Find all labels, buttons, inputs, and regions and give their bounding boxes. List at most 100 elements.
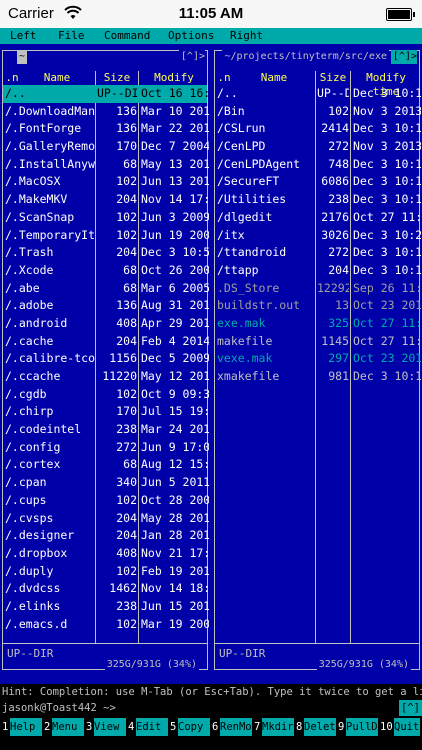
file-row[interactable]: /.adobe 136 Aug 31 2012 (3, 297, 209, 315)
file-row[interactable]: makefile 1145 Oct 27 11:18 (215, 333, 421, 351)
file-row[interactable]: /.elinks 238 Jun 15 2010 (3, 598, 209, 616)
file-row[interactable]: /.dropbox 408 Nov 21 17:39 (3, 545, 209, 563)
file-row[interactable]: /SecureFT 6086 Dec 3 10:14 (215, 173, 421, 191)
file-row[interactable]: /.abe 68 Mar 6 2005 (3, 280, 209, 298)
file-mtime: Dec 3 10:14 (353, 369, 421, 383)
right-file-panel[interactable]: ~/projects/tinyterm/src/exe [^]> .n Name… (212, 44, 422, 676)
fkey-pulldn[interactable]: 9PullDn (338, 718, 378, 736)
file-size: 408 (116, 315, 137, 330)
file-row[interactable]: /itx 3026 Dec 3 10:21 (215, 227, 421, 245)
fkey-quit[interactable]: 10 Quit (380, 718, 420, 736)
file-row[interactable]: xmakefile 981 Dec 3 10:14 (215, 368, 421, 386)
fkey-help[interactable]: 1 Help (2, 718, 42, 736)
file-row[interactable]: /.duply 102 Feb 19 2010 (3, 563, 209, 581)
fkey-menu[interactable]: 2 Menu (44, 718, 84, 736)
file-row[interactable]: /.cvsps 204 May 28 2013 (3, 510, 209, 528)
file-row[interactable]: /.MacOSX 102 Jun 13 2013 (3, 173, 209, 191)
file-row[interactable]: /.MakeMKV 204 Nov 14 17:38 (3, 191, 209, 209)
file-size: 136 (116, 103, 137, 118)
file-row[interactable]: /.InstallAnywhere 68 May 13 2013 (3, 156, 209, 174)
file-row[interactable]: /dlgedit 2176 Oct 27 11:18 (215, 209, 421, 227)
right-column-headers: .n Name Size Modify time (215, 71, 419, 98)
menu-command[interactable]: Command (104, 28, 150, 44)
file-size: 3026 (321, 227, 349, 242)
file-size: 981 (328, 369, 349, 383)
file-row[interactable]: /.cpan 340 Jun 5 2011 (3, 474, 209, 492)
left-panel-path[interactable]: ~ (17, 50, 28, 64)
fkey-copy[interactable]: 5 Copy (170, 718, 210, 736)
fkey-label: Copy (178, 718, 210, 736)
file-row[interactable]: /.designer 204 Jan 28 2011 (3, 527, 209, 545)
file-row[interactable]: /CSLrun 2414 Dec 3 10:14 (215, 120, 421, 138)
file-row[interactable]: /.TemporaryItems 102 Jun 19 2008 (3, 227, 209, 245)
right-panel-history-marker[interactable]: [^]> (390, 50, 417, 64)
col-sort-indicator[interactable]: .n (5, 71, 19, 85)
file-row[interactable]: /Bin 102 Nov 3 2013 (215, 103, 421, 121)
file-row[interactable]: /.FontForge 136 Mar 22 2012 (3, 120, 209, 138)
file-row[interactable]: /.codeintel 238 Mar 24 2014 (3, 421, 209, 439)
left-file-panel[interactable]: ~ [^]> .n Name Size Modify time /.. UP--D… (0, 44, 210, 676)
file-row[interactable]: /CenLPD 272 Nov 3 2013 (215, 138, 421, 156)
col-sort-indicator[interactable]: .n (217, 71, 231, 85)
menu-options[interactable]: Options (168, 28, 214, 44)
file-row[interactable]: /.chirp 170 Jul 15 19:12 (3, 403, 209, 421)
file-row[interactable]: /ttapp 204 Dec 3 10:14 (215, 262, 421, 280)
file-row[interactable]: /ttandroid 272 Dec 3 10:14 (215, 244, 421, 262)
col-name-header[interactable]: Name (233, 71, 315, 85)
file-row[interactable]: /.emacs.d 102 Mar 19 2003 (3, 616, 209, 634)
file-size: 1462 (109, 581, 137, 596)
file-row[interactable]: exe.mak 325 Oct 27 11:18 (215, 315, 421, 333)
file-row[interactable]: /.calibre-tconfig 1156 Dec 5 2009 (3, 350, 209, 368)
fkey-renmov[interactable]: 6RenMov (212, 718, 252, 736)
file-row[interactable]: /.android 408 Apr 29 2014 (3, 315, 209, 333)
file-row[interactable]: /.DownloadManager 136 Mar 10 2010 (3, 103, 209, 121)
shell-prompt[interactable]: jasonk@Toast442 ~> [^] (0, 700, 422, 716)
menu-right[interactable]: Right (230, 28, 263, 44)
right-panel-path[interactable]: ~/projects/tinyterm/src/exe (222, 50, 389, 64)
file-row[interactable]: buildstr.out 13 Oct 23 2013 (215, 297, 421, 315)
file-row[interactable]: .DS_Store 12292 Sep 26 11:14 (215, 280, 421, 298)
left-panel-history-marker[interactable]: [^]> (178, 50, 205, 64)
fkey-view[interactable]: 3 View (86, 718, 126, 736)
fkey-edit[interactable]: 4 Edit (128, 718, 168, 736)
file-size: 272 (328, 245, 349, 260)
file-row[interactable]: /Utilities 238 Dec 3 10:14 (215, 191, 421, 209)
col-size-header[interactable]: Size (317, 71, 349, 85)
col-name-header[interactable]: Name (21, 71, 93, 85)
menu-file[interactable]: File (58, 28, 85, 44)
file-row[interactable]: /.cups 102 Oct 28 2007 (3, 492, 209, 510)
file-row[interactable]: /.ScanSnap 102 Jun 3 2009 (3, 209, 209, 227)
file-row[interactable]: /.GalleryRemote 170 Dec 7 2004 (3, 138, 209, 156)
file-mtime: Oct 27 11:18 (353, 209, 421, 224)
col-size-header[interactable]: Size (97, 71, 137, 85)
fkey-delete[interactable]: 8Delete (296, 718, 336, 736)
file-name: /.cvsps (5, 510, 54, 525)
file-row[interactable]: /.Trash 204 Dec 3 10:59 (3, 244, 209, 262)
fkey-number: 5 (170, 721, 177, 733)
file-name: /.cache (5, 333, 54, 348)
file-name: /.DownloadManager (5, 103, 95, 118)
file-row[interactable]: /.cortex 68 Aug 12 15:01 (3, 456, 209, 474)
file-name: /.ccache (5, 369, 61, 383)
prompt-history-marker[interactable]: [^] (399, 700, 422, 716)
file-row[interactable]: vexe.mak 297 Oct 23 2013 (215, 350, 421, 368)
file-row[interactable]: /.cgdb 102 Oct 9 09:39 (3, 386, 209, 404)
file-size: 136 (116, 121, 137, 136)
file-row[interactable]: /.. UP--DIR Oct 16 16:03 (3, 85, 209, 103)
file-name: /.chirp (5, 404, 54, 419)
file-size: UP--DIR (97, 86, 137, 100)
file-row[interactable]: /.Xcode 68 Oct 26 2007 (3, 262, 209, 280)
menu-left[interactable]: Left (10, 28, 37, 44)
file-size: 102 (116, 227, 137, 242)
file-row[interactable]: /.. UP--DIR Dec 3 10:14 (215, 85, 421, 103)
file-row[interactable]: /.cache 204 Feb 4 2014 (3, 333, 209, 351)
file-row[interactable]: /.config 272 Jun 9 17:04 (3, 439, 209, 457)
file-name: /.emacs.d (5, 616, 68, 631)
file-row[interactable]: /CenLPDAgent 748 Dec 3 10:14 (215, 156, 421, 174)
file-size: 297 (328, 351, 349, 366)
fkey-mkdir[interactable]: 7 Mkdir (254, 718, 294, 736)
file-row[interactable]: /.dvdcss 1462 Nov 14 18:18 (3, 580, 209, 598)
fkey-label: Delete (304, 718, 336, 736)
file-row[interactable]: /.ccache 11220 May 12 2014 (3, 368, 209, 386)
fkey-label: Edit (136, 718, 168, 736)
